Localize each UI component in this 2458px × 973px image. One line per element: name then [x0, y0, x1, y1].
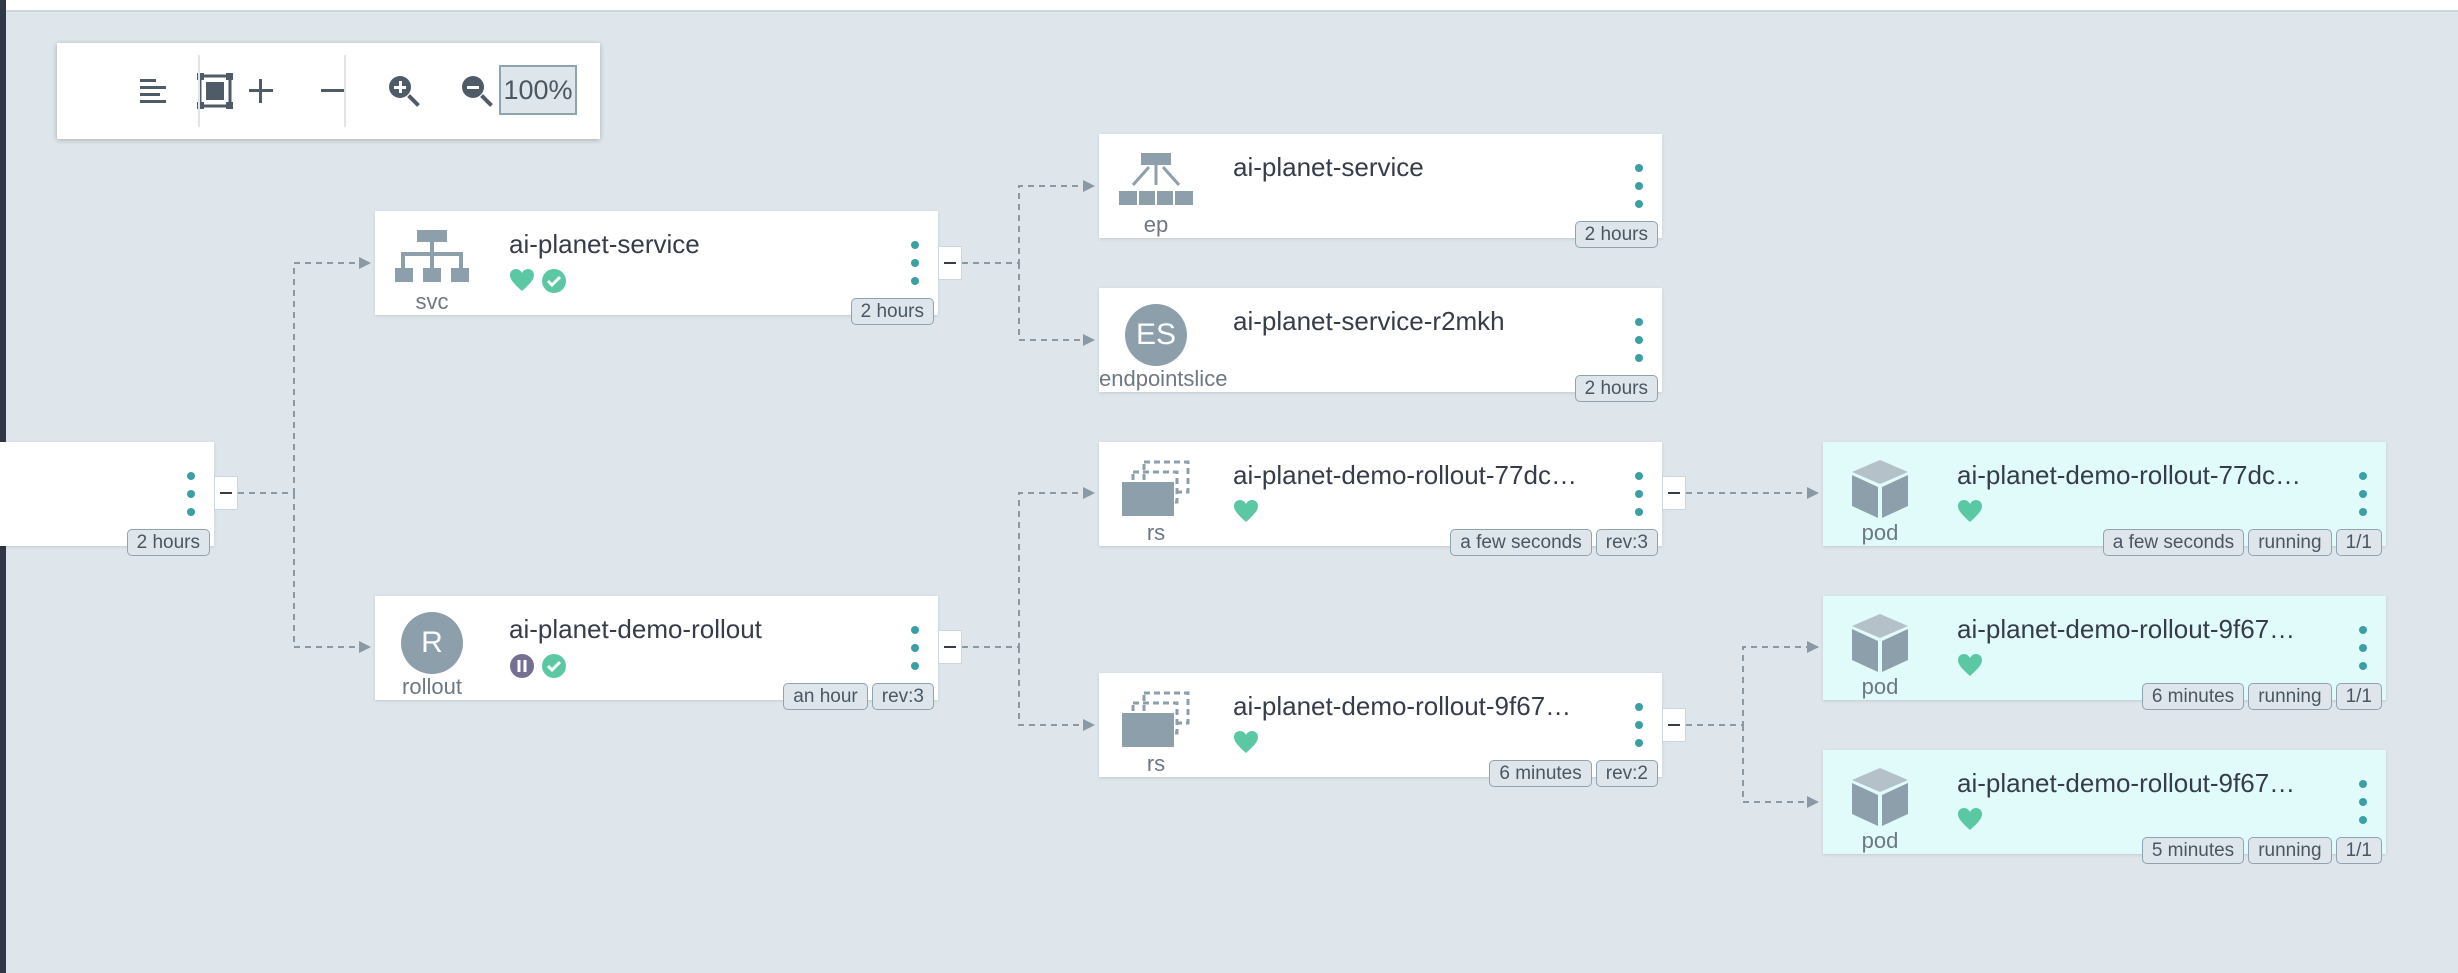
node-rollout[interactable]: R rollout ai-planet-demo-rollout an hour… — [375, 596, 938, 710]
age-tag: 6 minutes — [2141, 683, 2245, 710]
node-menu-button[interactable] — [1630, 164, 1648, 208]
collapse-toggle[interactable] — [938, 630, 962, 664]
node-kind-label: rs — [1146, 520, 1166, 545]
node-endpoints[interactable]: ep ai-planet-service 2 hours — [1099, 134, 1662, 248]
age-tag: 2 hours — [1574, 221, 1658, 248]
node-status — [509, 652, 567, 680]
node-menu-button[interactable] — [2354, 472, 2372, 516]
age-tag: 5 minutes — [2141, 837, 2245, 864]
node-replicaset[interactable]: rs ai-planet-demo-rollout-9f6798... 6 mi… — [1099, 673, 1662, 787]
age-tag: 2 hours — [1574, 375, 1658, 402]
ready-tag: 1/1 — [2335, 529, 2382, 556]
pod-cube-icon — [1837, 608, 1923, 678]
phase-tag: running — [2248, 529, 2332, 556]
node-title: ai-planet-demo-rollout — [509, 614, 762, 644]
node-menu-button[interactable] — [1630, 472, 1648, 516]
node-kind-label: ep — [1143, 212, 1169, 237]
age-tag: an hour — [783, 683, 868, 710]
age-tag: 2 hours — [850, 298, 934, 325]
age-tag: 2 hours — [126, 529, 210, 556]
node-menu-button[interactable] — [906, 241, 924, 285]
node-kind-label: rs — [1146, 751, 1166, 776]
healthy-heart-icon — [1234, 500, 1258, 522]
healthy-heart-icon — [1958, 808, 1982, 830]
collapse-toggle[interactable] — [1662, 476, 1686, 510]
node-kind-label: pod — [1861, 674, 1899, 699]
healthy-heart-icon — [1958, 654, 1982, 676]
node-kind-label: pod — [1861, 828, 1899, 853]
node-pod[interactable]: pod ai-planet-demo-rollout-77dc8... a fe… — [1823, 442, 2386, 556]
node-title: ai-planet-demo-rollout-77dc8... — [1957, 460, 2307, 490]
node-status — [1957, 806, 1983, 834]
node-status — [1233, 498, 1259, 526]
zoom-level[interactable]: 100% — [499, 65, 577, 115]
synced-check-icon — [542, 654, 566, 678]
node-pod[interactable]: pod ai-planet-demo-rollout-9f6798... 6 m… — [1823, 596, 2386, 710]
node-menu-button[interactable] — [906, 626, 924, 670]
age-tag: a few seconds — [1450, 529, 1592, 556]
pod-cube-icon — [1837, 454, 1923, 524]
node-status — [1957, 652, 1983, 680]
synced-check-icon — [542, 269, 566, 293]
zoom-out-icon[interactable] — [453, 67, 501, 115]
node-title: ai-planet-service — [509, 229, 700, 259]
graph-toolbar: 100% — [57, 43, 600, 139]
revision-tag: rev:3 — [871, 683, 934, 710]
node-title: ai-planet-service-r2mkh — [1233, 306, 1505, 336]
ready-tag: 1/1 — [2335, 837, 2382, 864]
collapse-icon[interactable] — [309, 67, 357, 115]
healthy-heart-icon — [510, 269, 534, 291]
service-icon — [389, 223, 475, 293]
node-status — [509, 267, 567, 295]
revision-tag: rev:2 — [1595, 760, 1658, 787]
node-kind-label: svc — [415, 289, 449, 314]
node-title: ai-planet-demo-rollout-9f6798... — [1233, 691, 1583, 721]
zoom-in-icon[interactable] — [380, 67, 428, 115]
node-menu-button[interactable] — [2354, 626, 2372, 670]
node-kind-label: endpointslice — [1099, 366, 1228, 391]
revision-tag: rev:3 — [1595, 529, 1658, 556]
node-title: ai-planet-demo-rollout-77dc8... — [1233, 460, 1583, 490]
collapse-toggle[interactable] — [1662, 708, 1686, 742]
align-left-icon[interactable] — [129, 67, 177, 115]
expand-icon[interactable] — [237, 67, 285, 115]
paused-icon — [510, 654, 534, 678]
node-menu-button[interactable] — [1630, 703, 1648, 747]
toolbar-divider — [344, 55, 346, 127]
toolbar-divider — [198, 55, 200, 127]
rollout-icon: R — [389, 608, 475, 678]
collapse-toggle[interactable] — [214, 476, 238, 510]
node-service[interactable]: svc ai-planet-service 2 hours — [375, 211, 938, 325]
phase-tag: running — [2248, 683, 2332, 710]
collapse-toggle[interactable] — [938, 246, 962, 280]
node-status — [1233, 729, 1259, 757]
node-menu-button[interactable] — [1630, 318, 1648, 362]
node-status — [1957, 498, 1983, 526]
healthy-heart-icon — [1958, 500, 1982, 522]
node-menu-button[interactable] — [2354, 780, 2372, 824]
replicaset-icon — [1113, 454, 1199, 524]
node-replicaset[interactable]: rs ai-planet-demo-rollout-77dc8... a few… — [1099, 442, 1662, 556]
replicaset-icon — [1113, 685, 1199, 755]
node-menu-button[interactable] — [182, 472, 200, 516]
node-pod[interactable]: pod ai-planet-demo-rollout-9f6798... 5 m… — [1823, 750, 2386, 864]
ready-tag: 1/1 — [2335, 683, 2382, 710]
endpointslice-icon: ES — [1113, 300, 1199, 370]
pod-cube-icon — [1837, 762, 1923, 832]
node-kind-label: pod — [1861, 520, 1899, 545]
node-endpointslice[interactable]: ES endpointslice ai-planet-service-r2mkh… — [1099, 288, 1662, 402]
node-application[interactable]: 2 hours — [0, 442, 214, 556]
age-tag: 6 minutes — [1489, 760, 1592, 787]
phase-tag: running — [2248, 837, 2332, 864]
healthy-heart-icon — [1234, 731, 1258, 753]
age-tag: a few seconds — [2102, 529, 2245, 556]
node-kind-label: rollout — [402, 674, 462, 699]
node-title: ai-planet-service — [1233, 152, 1424, 182]
node-title: ai-planet-demo-rollout-9f6798... — [1957, 768, 2307, 798]
endpoints-icon — [1113, 146, 1199, 216]
node-title: ai-planet-demo-rollout-9f6798... — [1957, 614, 2307, 644]
